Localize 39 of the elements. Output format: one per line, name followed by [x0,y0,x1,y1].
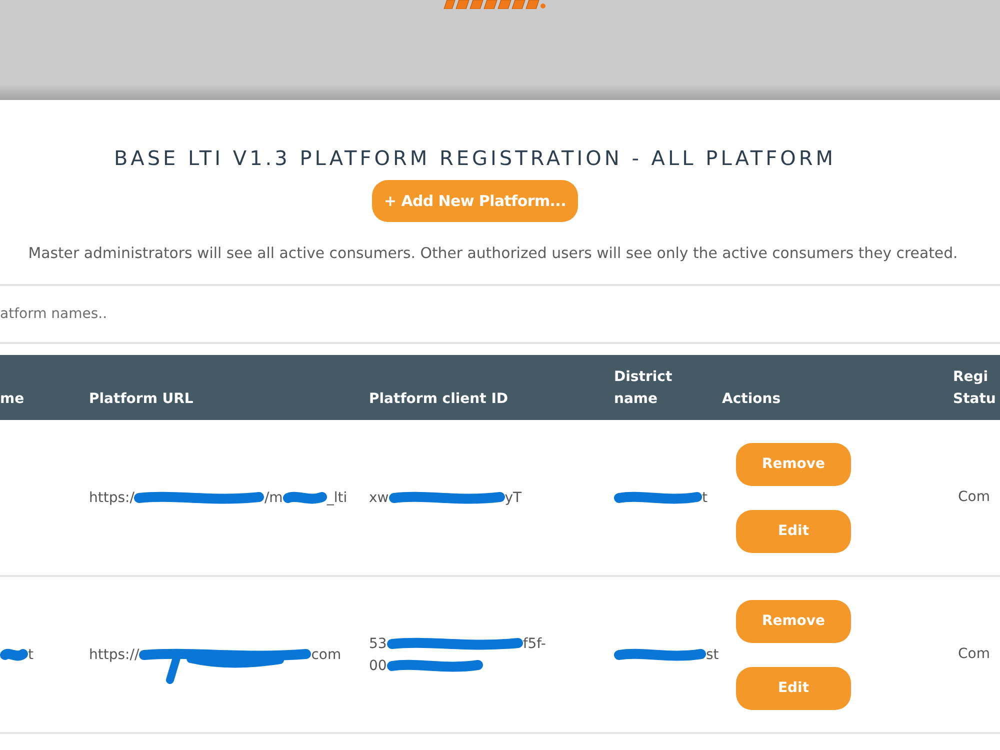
client-id-text: 00 [369,656,387,676]
url-text: https:// [89,646,140,664]
client-id-text: 53 [369,634,387,654]
url-text: https:/ [89,488,134,508]
edit-button[interactable]: Edit [736,510,851,553]
add-platform-button[interactable]: + Add New Platform... [372,180,578,222]
scribble-icon [386,658,483,674]
logo-icon [443,0,547,9]
district-text: t [702,488,708,508]
column-header: Platform URL [75,355,355,420]
url-text: /m [264,488,283,508]
scribble-icon [282,490,327,506]
district-text: st [706,646,719,664]
scribble-icon [388,490,505,506]
info-text: Master administrators will see all active consumers. Other authorized users will see only the active consumers they created. [27,243,959,263]
url-text: _lti [326,488,348,508]
scribble-icon [0,646,28,662]
client-id-text: f5f- [522,634,546,654]
column-header: me [0,355,75,420]
column-header: Actions [708,355,948,420]
client-id-text: yT [504,488,522,508]
remove-button[interactable]: Remove [736,443,851,486]
status-text: Com [958,489,990,505]
scribble-icon [386,636,523,652]
name-text: t [28,646,34,664]
column-header: Platform client ID [355,355,600,420]
column-header: District name [600,355,708,420]
column-header: Regi Statu [948,355,1000,420]
scribble-icon [614,490,702,506]
scribble-icon [614,646,706,662]
status-text: Com [958,646,990,662]
scribble-icon [139,646,312,684]
edit-button[interactable]: Edit [736,667,851,710]
client-id-text: xw [369,488,389,508]
search-field[interactable]: atform names.. [0,284,1000,344]
remove-button[interactable]: Remove [736,600,851,643]
scribble-icon [134,490,264,506]
url-text: com [311,646,342,664]
page-title: BASE LTI V1.3 PLATFORM REGISTRATION - ALL PLATFORM [112,145,838,172]
